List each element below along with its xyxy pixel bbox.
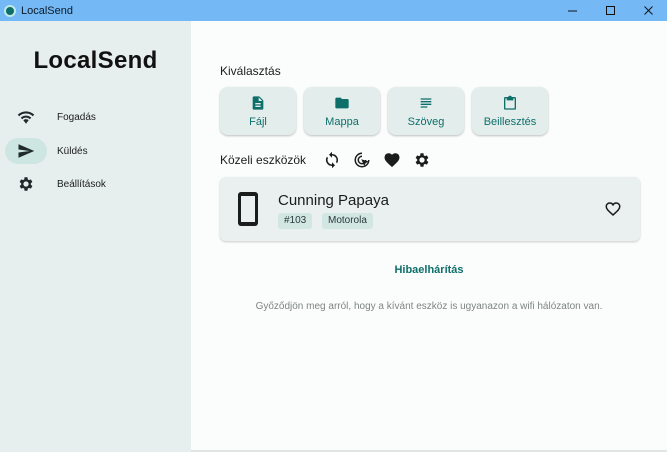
sidebar: LocalSend Fogadás Küldés Beállítások [0, 21, 191, 452]
minimize-icon [567, 10, 577, 12]
close-icon [643, 6, 653, 15]
settings-gear-icon[interactable] [413, 151, 431, 169]
refresh-icon[interactable] [323, 151, 341, 169]
choice-paste-button[interactable]: Beillesztés [472, 87, 548, 135]
text-icon [420, 97, 432, 108]
network-hint-text: Győződjön meg arról, hogy a kívánt eszkö… [255, 301, 603, 312]
nearby-tools [323, 151, 431, 169]
device-tag-id: #103 [278, 213, 313, 229]
app-logo-icon [4, 4, 16, 17]
choice-label: Fájl [249, 115, 267, 128]
sidebar-item-label: Beállítások [57, 178, 106, 190]
selection-title: Kiválasztás [220, 64, 281, 78]
close-button[interactable] [629, 0, 667, 21]
wifi-icon [5, 104, 47, 130]
device-tag-brand: Motorola [322, 213, 373, 229]
troubleshoot-link[interactable]: Hibaelhárítás [191, 264, 667, 276]
app-brand-title: LocalSend [33, 47, 158, 74]
device-card[interactable]: Cunning Papaya #103 Motorola [220, 177, 640, 241]
gear-icon [5, 171, 47, 197]
maximize-button[interactable] [591, 0, 629, 21]
file-icon [252, 95, 264, 110]
choice-file-button[interactable]: Fájl [220, 87, 296, 135]
choice-folder-button[interactable]: Mappa [304, 87, 380, 135]
minimize-button[interactable] [553, 0, 591, 21]
choice-label: Szöveg [407, 115, 445, 128]
sidebar-item-label: Küldés [57, 145, 88, 157]
sidebar-item-receive[interactable]: Fogadás [5, 104, 185, 130]
smartphone-icon [236, 191, 260, 227]
choice-label: Beillesztés [483, 115, 537, 128]
send-icon [5, 138, 47, 164]
device-name: Cunning Papaya [278, 192, 389, 209]
window-controls [553, 0, 667, 21]
choice-text-button[interactable]: Szöveg [388, 87, 464, 135]
nearby-devices-title: Közeli eszközök [220, 153, 307, 167]
sidebar-item-settings[interactable]: Beállítások [5, 171, 185, 197]
scan-target-icon[interactable] [353, 151, 371, 169]
folder-icon [335, 97, 349, 108]
sidebar-item-label: Fogadás [57, 111, 96, 123]
window-title: LocalSend [21, 4, 73, 17]
favorite-heart-icon[interactable] [604, 200, 622, 218]
maximize-icon [605, 6, 615, 15]
clipboard-icon [504, 95, 516, 110]
title-bar: LocalSend [0, 0, 667, 21]
choice-label: Mappa [325, 115, 359, 128]
sidebar-item-send[interactable]: Küldés [5, 138, 185, 164]
favorites-heart-icon[interactable] [383, 151, 401, 169]
main-content: Kiválasztás Fájl Mappa Szöveg Beilleszté… [191, 21, 667, 452]
